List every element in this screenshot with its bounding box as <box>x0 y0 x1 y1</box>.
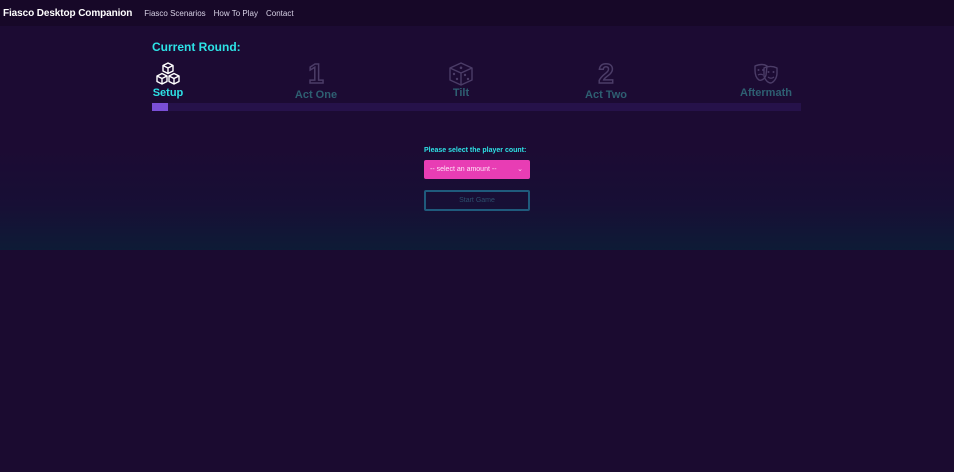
cubes-icon <box>154 62 182 86</box>
round-progress-fill <box>152 103 169 111</box>
brand-link[interactable]: Fiasco Desktop Companion <box>3 8 132 19</box>
theater-masks-icon <box>752 62 780 86</box>
current-round-title: Current Round: <box>152 40 241 54</box>
step-label-act-two: Act Two <box>585 89 627 101</box>
step-label-setup: Setup <box>152 87 184 99</box>
number-1-icon: 1 <box>307 58 324 89</box>
step-label-tilt: Tilt <box>452 87 470 99</box>
dice-icon <box>447 62 475 86</box>
player-count-select[interactable]: -- select an amount -- ⌄ <box>424 160 530 179</box>
step-act-one: 1 Act One <box>290 58 342 101</box>
game-panel <box>0 26 954 250</box>
step-setup: Setup <box>152 62 184 99</box>
step-aftermath: Aftermath <box>736 62 796 99</box>
nav-link-how-to-play[interactable]: How To Play <box>214 9 258 18</box>
start-game-button[interactable]: Start Game <box>424 190 530 211</box>
round-progress-bar <box>152 103 801 111</box>
step-act-two: 2 Act Two <box>580 58 632 101</box>
navbar: Fiasco Desktop Companion Fiasco Scenario… <box>0 0 954 26</box>
step-label-act-one: Act One <box>294 89 338 101</box>
nav-link-scenarios[interactable]: Fiasco Scenarios <box>144 9 205 18</box>
player-count-select-value: -- select an amount -- <box>430 166 497 173</box>
chevron-down-icon: ⌄ <box>517 166 523 173</box>
step-label-aftermath: Aftermath <box>740 87 792 99</box>
step-tilt: Tilt <box>445 62 477 99</box>
nav-link-contact[interactable]: Contact <box>266 9 294 18</box>
number-2-icon: 2 <box>597 58 614 89</box>
player-count-label: Please select the player count: <box>424 147 527 154</box>
